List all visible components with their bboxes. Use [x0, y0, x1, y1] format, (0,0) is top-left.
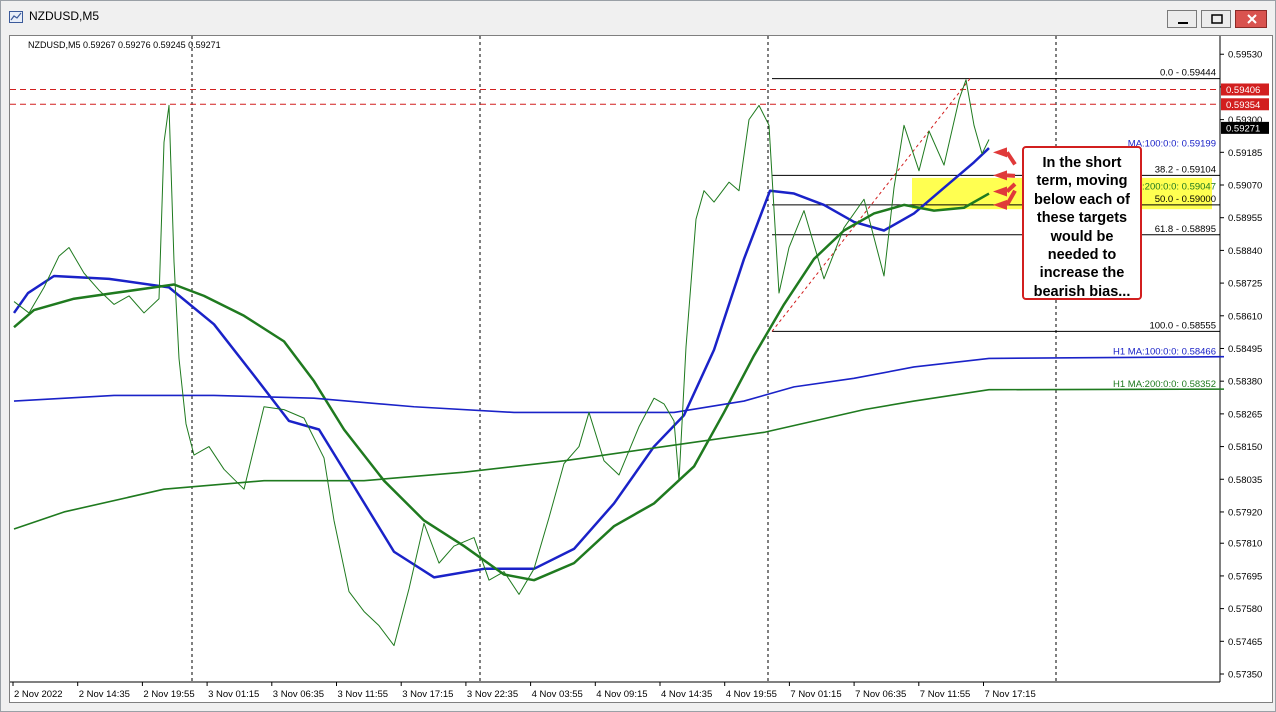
time-axis-label: 7 Nov 17:15	[985, 689, 1036, 700]
title-bar[interactable]: NZDUSD,M5	[1, 1, 1275, 31]
time-axis-label: 3 Nov 06:35	[273, 689, 324, 700]
time-axis-label: 3 Nov 11:55	[338, 689, 389, 700]
price-axis-label: 0.57695	[1228, 571, 1262, 582]
price-chart[interactable]: 0.0 - 0.59444 38.2 - 0.59104 50.0 - 0.5900…	[10, 36, 1272, 702]
time-axis-label: 3 Nov 01:15	[208, 689, 259, 700]
fib-level-label: 100.0 - 0.58555	[1149, 320, 1216, 331]
close-button[interactable]	[1235, 10, 1267, 28]
time-axis-label: 7 Nov 06:35	[855, 689, 906, 700]
price-axis-label: 0.57580	[1228, 604, 1262, 615]
time-axis-label: 7 Nov 01:15	[790, 689, 841, 700]
time-axis-label: 3 Nov 17:15	[402, 689, 453, 700]
price-axis-label: 0.58150	[1228, 442, 1262, 453]
price-axis-label: 0.57920	[1228, 507, 1262, 518]
annotation-text-box: In the short term, moving below each of …	[1022, 146, 1142, 300]
arrow-pointer-shaft	[1006, 173, 1016, 178]
price-axis-label: 0.59070	[1228, 181, 1262, 192]
price-axis-label: 0.59185	[1228, 148, 1262, 159]
time-axis-label: 4 Nov 14:35	[661, 689, 712, 700]
chart-window: NZDUSD,M5 0.0 - 0.59444 38.2 - 0.59104 50.…	[0, 0, 1276, 712]
price-axis-label: 0.58840	[1228, 246, 1262, 257]
time-axis-label: 4 Nov 03:55	[532, 689, 583, 700]
price-axis-label: 0.57350	[1228, 670, 1262, 681]
price-axis-label: 0.58380	[1228, 377, 1262, 388]
time-axis-label: 2 Nov 19:55	[143, 689, 194, 700]
maximize-button[interactable]	[1201, 10, 1231, 28]
ma-value-label: H1 MA:200:0:0: 0.58352	[1113, 379, 1216, 390]
fib-level-label: 61.8 - 0.58895	[1155, 224, 1216, 235]
fib-level-label: 38.2 - 0.59104	[1155, 164, 1216, 175]
price-axis-label: 0.58495	[1228, 344, 1262, 355]
time-axis-label: 4 Nov 19:55	[726, 689, 777, 700]
minimize-button[interactable]	[1167, 10, 1197, 28]
current-price-label: 0.59271	[1226, 123, 1260, 134]
price-tag-label: 0.59406	[1226, 85, 1260, 96]
price-tag-label: 0.59354	[1226, 100, 1260, 111]
ma-value-label: H1 MA:100:0:0: 0.58466	[1113, 347, 1216, 358]
symbol-header-label: NZDUSD,M5 0.59267 0.59276 0.59245 0.5927…	[28, 40, 221, 50]
price-axis-label: 0.58035	[1228, 475, 1262, 486]
price-axis-label: 0.58725	[1228, 279, 1262, 290]
price-axis-label: 0.58955	[1228, 213, 1262, 224]
price-axis-label: 0.58610	[1228, 311, 1262, 322]
price-axis-label: 0.58265	[1228, 409, 1262, 420]
fib-level-label: 0.0 - 0.59444	[1160, 68, 1216, 79]
price-axis-label: 0.57465	[1228, 637, 1262, 648]
chart-area[interactable]: 0.0 - 0.59444 38.2 - 0.59104 50.0 - 0.5900…	[9, 35, 1273, 703]
time-axis-label: 2 Nov 2022	[14, 689, 63, 700]
time-axis-label: 7 Nov 11:55	[920, 689, 971, 700]
chart-window-icon	[9, 10, 23, 23]
time-axis-label: 2 Nov 14:35	[79, 689, 130, 700]
window-title: NZDUSD,M5	[29, 9, 100, 23]
fib-level-label: 50.0 - 0.59000	[1155, 194, 1216, 205]
time-axis-label: 3 Nov 22:35	[467, 689, 518, 700]
price-axis-label: 0.57810	[1228, 539, 1262, 550]
time-axis-label: 4 Nov 09:15	[596, 689, 647, 700]
price-axis-label: 0.59530	[1228, 50, 1262, 61]
